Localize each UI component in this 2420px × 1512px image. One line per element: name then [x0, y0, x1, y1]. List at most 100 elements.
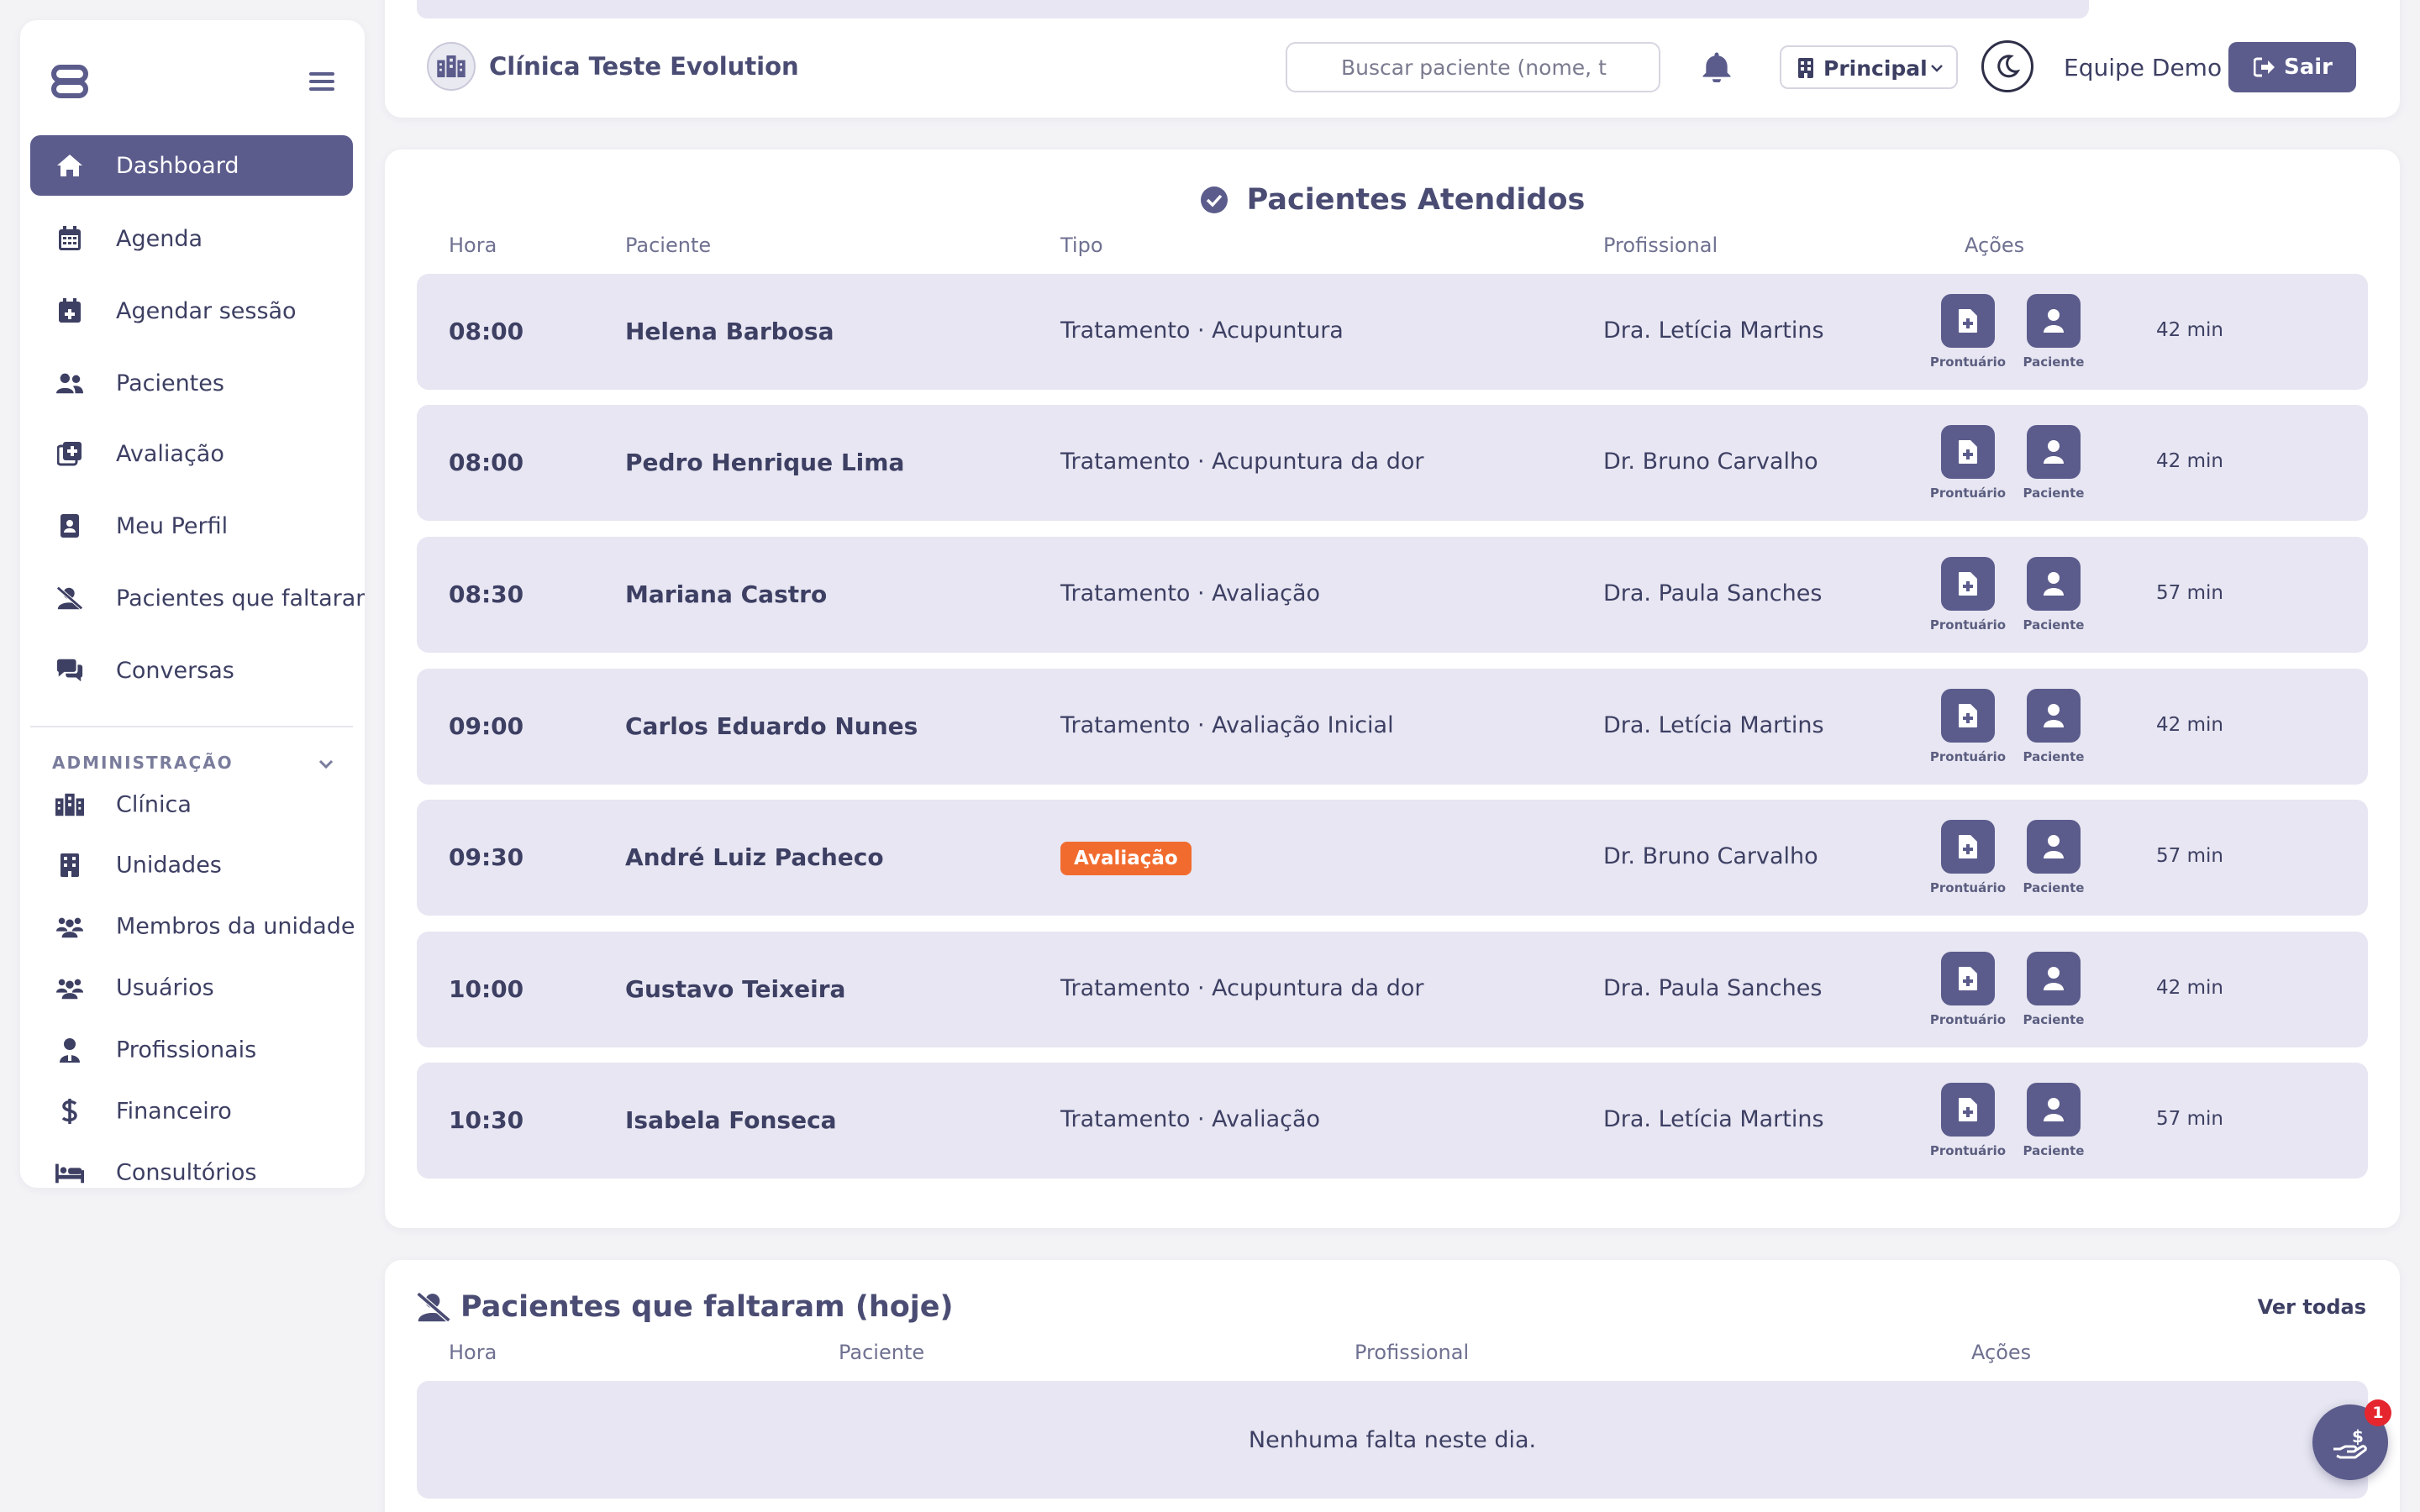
- unit-select[interactable]: Principal: [1780, 45, 1958, 89]
- table-row[interactable]: 10:30 Isabela Fonseca Tratamento · Avali…: [417, 1063, 2368, 1179]
- sidebar-item-conversas[interactable]: Conversas: [30, 640, 353, 701]
- prontuario-button[interactable]: Prontuário: [1926, 820, 2010, 895]
- sidebar-item-label: Clínica: [116, 791, 192, 818]
- sidebar-item-pacientes[interactable]: Pacientes: [30, 353, 353, 413]
- sidebar-item-agenda[interactable]: Agenda: [30, 208, 353, 269]
- user-name: Equipe Demo: [2064, 54, 2223, 81]
- patient-button[interactable]: Paciente: [2012, 557, 2096, 633]
- hand-dollar-icon: $: [2333, 1426, 2367, 1459]
- clinic-building-icon: [55, 790, 84, 819]
- users-icon: [55, 369, 84, 397]
- row-professional: Dra. Letícia Martins: [1603, 1106, 1824, 1132]
- patient-label: Paciente: [2023, 1012, 2085, 1027]
- user-icon: [2044, 835, 2064, 858]
- sidebar-item-label: Usuários: [116, 974, 214, 1001]
- column-header-hora: Hora: [449, 1341, 497, 1364]
- prontuario-button[interactable]: Prontuário: [1926, 1083, 2010, 1158]
- row-time: 09:30: [449, 843, 524, 871]
- bed-icon: [55, 1158, 84, 1187]
- patient-button[interactable]: Paciente: [2012, 1083, 2096, 1158]
- logout-button[interactable]: Sair: [2228, 42, 2356, 92]
- top-header: Clínica Teste Evolution Principal Equipe…: [385, 20, 2400, 113]
- table-row[interactable]: 09:30 André Luiz Pacheco Avaliação Dr. B…: [417, 800, 2368, 916]
- row-duration: 57 min: [2156, 582, 2223, 604]
- row-time: 08:00: [449, 318, 524, 345]
- sidebar-item-usuarios[interactable]: Usuários: [30, 963, 353, 1013]
- people-group-icon: [55, 912, 84, 941]
- attended-title: Pacientes Atendidos: [385, 183, 2400, 217]
- row-type: Tratamento · Avaliação Inicial: [1060, 712, 1394, 738]
- home-icon: [55, 151, 84, 180]
- row-type: Tratamento · Acupuntura da dor: [1060, 449, 1424, 475]
- patient-button[interactable]: Paciente: [2012, 820, 2096, 895]
- app-logo-icon[interactable]: [50, 62, 89, 101]
- sidebar-item-profissionais[interactable]: Profissionais: [30, 1025, 353, 1075]
- sidebar-item-consultorios[interactable]: Consultórios: [30, 1147, 353, 1188]
- chevron-down-icon: [1931, 65, 1943, 72]
- building-icon: [1798, 58, 1813, 78]
- row-duration: 42 min: [2156, 977, 2223, 999]
- sidebar-item-financeiro[interactable]: Financeiro: [30, 1086, 353, 1137]
- row-professional: Dra. Letícia Martins: [1603, 318, 1824, 344]
- sidebar-item-unidades[interactable]: Unidades: [30, 840, 353, 890]
- prontuario-label: Prontuário: [1929, 486, 2007, 501]
- row-duration: 42 min: [2156, 714, 2223, 736]
- table-row[interactable]: 08:00 Helena Barbosa Tratamento · Acupun…: [417, 274, 2368, 390]
- sidebar-item-dashboard[interactable]: Dashboard: [30, 135, 353, 196]
- clinic-logo: [427, 42, 476, 91]
- sidebar-item-pacientes-faltaram[interactable]: Pacientes que faltaram: [30, 568, 365, 628]
- moon-icon: [1997, 55, 2020, 78]
- chevron-down-icon[interactable]: [316, 754, 336, 774]
- prontuario-button[interactable]: Prontuário: [1926, 689, 2010, 764]
- file-medical-icon: [1959, 572, 1977, 596]
- user-icon: [2044, 309, 2064, 333]
- sidebar-item-clinica[interactable]: Clínica: [30, 780, 353, 830]
- prontuario-label: Prontuário: [1929, 354, 2007, 370]
- row-duration: 42 min: [2156, 450, 2223, 472]
- prontuario-label: Prontuário: [1929, 1143, 2007, 1158]
- patient-button[interactable]: Paciente: [2012, 425, 2096, 501]
- empty-state-row: Nenhuma falta neste dia.: [417, 1381, 2368, 1499]
- row-professional: Dr. Bruno Carvalho: [1603, 843, 1818, 869]
- row-patient: André Luiz Pacheco: [625, 843, 884, 871]
- sidebar-item-label: Dashboard: [116, 152, 239, 179]
- prontuario-button[interactable]: Prontuário: [1926, 294, 2010, 370]
- patient-button[interactable]: Paciente: [2012, 689, 2096, 764]
- table-row[interactable]: 08:00 Pedro Henrique Lima Tratamento · A…: [417, 405, 2368, 521]
- svg-text:$: $: [2352, 1426, 2364, 1446]
- row-duration: 57 min: [2156, 1108, 2223, 1130]
- table-row[interactable]: 08:30 Mariana Castro Tratamento · Avalia…: [417, 537, 2368, 653]
- sidebar-item-membros-unidade[interactable]: Membros da unidade: [30, 901, 355, 952]
- prontuario-button[interactable]: Prontuário: [1926, 557, 2010, 633]
- missed-patients-card: Pacientes que faltaram (hoje) Ver todas …: [385, 1260, 2400, 1512]
- patient-label: Paciente: [2023, 880, 2085, 895]
- sidebar-item-avaliacao[interactable]: Avaliação: [30, 423, 353, 484]
- patient-search-input[interactable]: [1286, 42, 1660, 92]
- view-all-link[interactable]: Ver todas: [2258, 1295, 2366, 1319]
- column-header-paciente: Paciente: [839, 1341, 925, 1364]
- file-medical-icon: [1959, 309, 1977, 333]
- patient-button[interactable]: Paciente: [2012, 294, 2096, 370]
- missed-title: Pacientes que faltaram (hoje): [460, 1290, 954, 1324]
- menu-toggle-icon[interactable]: [309, 72, 334, 92]
- theme-toggle-button[interactable]: [1981, 40, 2033, 92]
- attended-title-text: Pacientes Atendidos: [1246, 183, 1586, 217]
- patient-label: Paciente: [2023, 354, 2085, 370]
- doctor-icon: [55, 1036, 84, 1064]
- prontuario-button[interactable]: Prontuário: [1926, 425, 2010, 501]
- row-type: Tratamento · Acupuntura: [1060, 318, 1344, 344]
- table-row[interactable]: 10:00 Gustavo Teixeira Tratamento · Acup…: [417, 932, 2368, 1047]
- notification-bell-icon[interactable]: [1701, 50, 1733, 82]
- calendar-plus-icon: [55, 297, 84, 325]
- sidebar-item-label: Unidades: [116, 852, 222, 879]
- table-row[interactable]: 09:00 Carlos Eduardo Nunes Tratamento · …: [417, 669, 2368, 785]
- prontuario-button[interactable]: Prontuário: [1926, 952, 2010, 1027]
- column-header-paciente: Paciente: [625, 234, 712, 257]
- sidebar-item-label: Pacientes: [116, 370, 224, 396]
- patient-button[interactable]: Paciente: [2012, 952, 2096, 1027]
- column-header-profissional: Profissional: [1355, 1341, 1470, 1364]
- prontuario-label: Prontuário: [1929, 1012, 2007, 1027]
- sidebar-item-agendar-sessao[interactable]: Agendar sessão: [30, 281, 353, 341]
- sidebar-item-meu-perfil[interactable]: Meu Perfil: [30, 496, 353, 556]
- row-professional: Dr. Bruno Carvalho: [1603, 449, 1818, 475]
